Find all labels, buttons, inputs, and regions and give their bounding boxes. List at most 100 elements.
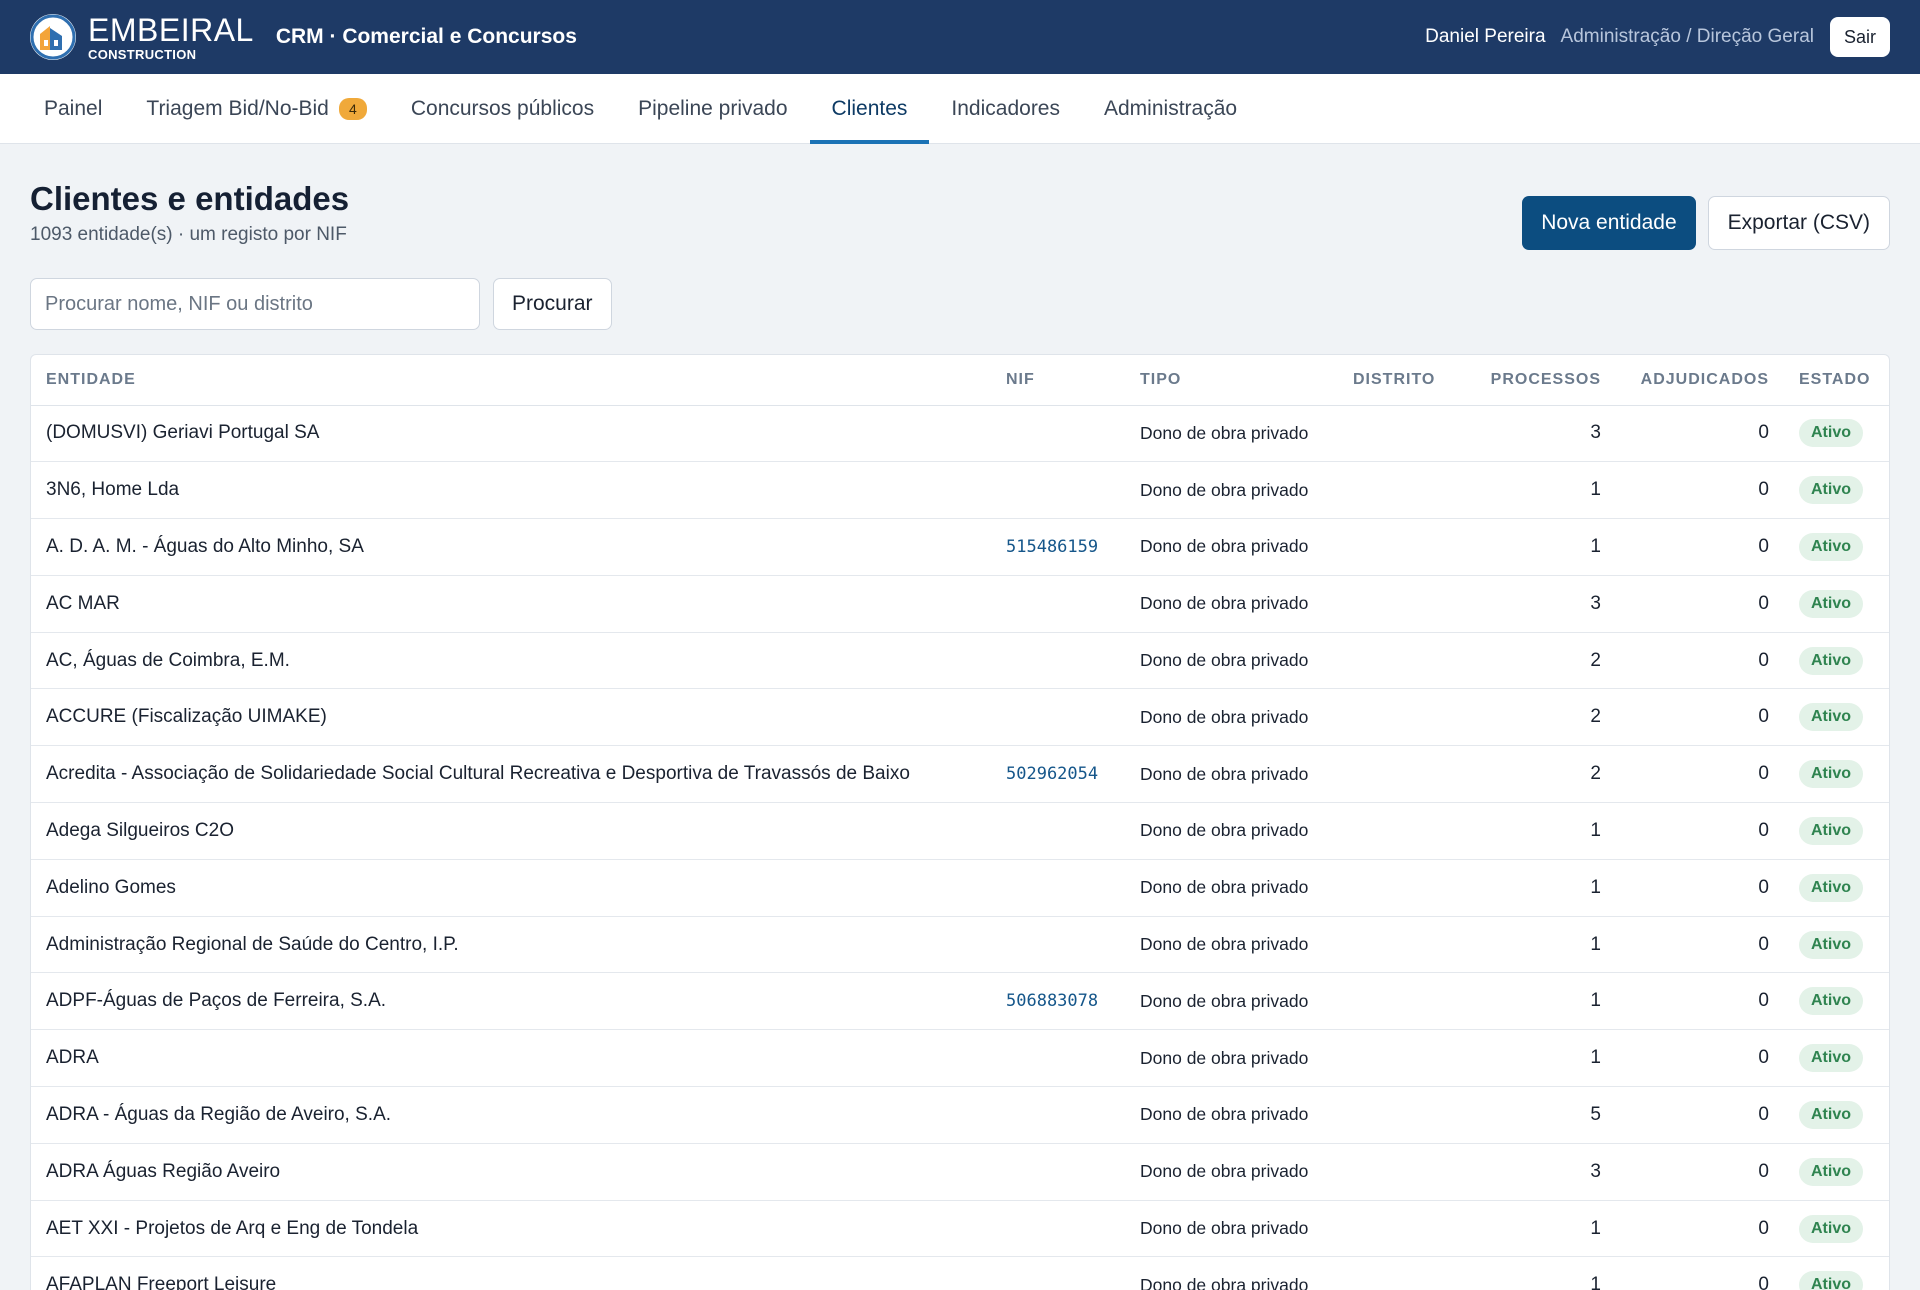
table-row[interactable]: ACCURE (Fiscalização UIMAKE) Dono de obra… [31, 688, 1889, 747]
cell-distrito [1338, 1086, 1466, 1144]
cell-entidade[interactable]: ADRA - Águas da Região de Aveiro, S.A. [31, 1086, 991, 1144]
table-row[interactable]: Adelino Gomes Dono de obra privado 1 0 Ativo [31, 859, 1889, 917]
cell-estado: Ativo [1784, 1086, 1889, 1144]
column-header-estado[interactable]: ESTADO [1784, 355, 1889, 406]
table-row[interactable]: AC MAR Dono de obra privado 3 0 Ativo [31, 575, 1889, 633]
cell-entidade[interactable]: 3N6, Home Lda [31, 461, 991, 520]
export-csv-button[interactable]: Exportar (CSV) [1707, 196, 1890, 250]
logout-button[interactable]: Sair [1829, 17, 1890, 57]
cell-entidade[interactable]: Adega Silgueiros C2O [31, 802, 991, 860]
table-row[interactable]: 3N6, Home Lda Dono de obra privado 1 0 Ativo [31, 461, 1889, 520]
status-badge: Ativo [1799, 930, 1863, 959]
table-row[interactable]: AFAPLAN Freeport Leisure Dono de obra pri… [31, 1256, 1889, 1290]
cell-entidade[interactable]: ACCURE (Fiscalização UIMAKE) [31, 688, 991, 747]
logo-wordmark: EMBEIRAL [88, 11, 254, 48]
cell-adjudicados: 0 [1616, 1086, 1784, 1144]
cell-nif [991, 916, 1125, 974]
search-button[interactable]: Procurar [493, 278, 612, 330]
cell-nif [991, 1086, 1125, 1144]
tab-label: Triagem Bid/No-Bid [146, 97, 329, 120]
cell-tipo: Dono de obra privado [1125, 461, 1338, 520]
status-badge: Ativo [1799, 532, 1863, 561]
table-row[interactable]: A. D. A. M. - Águas do Alto Minho, SA 515… [31, 518, 1889, 576]
tab-label: Concursos públicos [410, 97, 595, 120]
cell-processos: 2 [1466, 745, 1616, 804]
table-row[interactable]: Acredita - Associação de Solidariedade S… [31, 745, 1889, 804]
status-badge: Ativo [1799, 1157, 1863, 1186]
cell-entidade[interactable]: AC, Águas de Coimbra, E.M. [31, 632, 991, 690]
brand-logo[interactable]: EMBEIRAL CONSTRUCTION [30, 14, 254, 61]
cell-distrito [1338, 1029, 1466, 1088]
cell-entidade[interactable]: A. D. A. M. - Águas do Alto Minho, SA [31, 518, 991, 576]
cell-entidade[interactable]: ADRA Águas Região Aveiro [31, 1143, 991, 1201]
page-actions: Nova entidade Exportar (CSV) [1522, 196, 1890, 250]
cell-entidade[interactable]: ADRA [31, 1029, 991, 1088]
cell-nif: 515486159 [991, 518, 1125, 576]
table-row[interactable]: ADRA - Águas da Região de Aveiro, S.A. Do… [31, 1086, 1889, 1144]
tab-label: Indicadores [951, 97, 1060, 120]
column-header-entidade[interactable]: ENTIDADE [31, 355, 991, 406]
cell-processos: 1 [1466, 1256, 1616, 1290]
column-header-tipo[interactable]: TIPO [1125, 355, 1338, 406]
column-header-adjudicados[interactable]: ADJUDICADOS [1616, 355, 1784, 406]
cell-processos: 3 [1466, 575, 1616, 633]
cell-estado: Ativo [1784, 972, 1889, 1031]
table-row[interactable]: Administração Regional de Saúde do Centr… [31, 916, 1889, 974]
cell-entidade[interactable]: (DOMUSVI) Geriavi Portugal SA [31, 405, 991, 463]
status-badge: Ativo [1799, 1100, 1863, 1129]
status-badge: Ativo [1799, 703, 1863, 732]
triagem-count-badge: 4 [338, 98, 367, 120]
tab-indicadores[interactable]: Indicadores [929, 74, 1082, 144]
table-row[interactable]: Adega Silgueiros C2O Dono de obra privado… [31, 802, 1889, 860]
table-row[interactable]: ADRA Águas Região Aveiro Dono de obra pri… [31, 1143, 1889, 1201]
new-entity-button[interactable]: Nova entidade [1522, 196, 1696, 250]
cell-entidade[interactable]: Administração Regional de Saúde do Centr… [31, 916, 991, 974]
cell-nif: 506883078 [991, 972, 1125, 1031]
cell-adjudicados: 0 [1616, 461, 1784, 520]
search-input[interactable] [30, 278, 480, 330]
user-role: Administração / Direção Geral [1560, 26, 1814, 47]
cell-entidade[interactable]: ADPF-Águas de Paços de Ferreira, S.A. [31, 972, 991, 1031]
cell-distrito [1338, 518, 1466, 576]
cell-entidade[interactable]: AC MAR [31, 575, 991, 633]
cell-distrito [1338, 802, 1466, 860]
tab-clientes[interactable]: Clientes [809, 74, 930, 144]
cell-distrito [1338, 745, 1466, 804]
tab-triagem[interactable]: Triagem Bid/No-Bid 4 [124, 74, 388, 144]
cell-tipo: Dono de obra privado [1125, 859, 1338, 917]
cell-nif: 502962054 [991, 745, 1125, 804]
table-row[interactable]: AC, Águas de Coimbra, E.M. Dono de obra p… [31, 632, 1889, 690]
cell-adjudicados: 0 [1616, 1256, 1784, 1290]
cell-tipo: Dono de obra privado [1125, 405, 1338, 463]
cell-estado: Ativo [1784, 859, 1889, 917]
column-header-nif[interactable]: NIF [991, 355, 1125, 406]
table-row[interactable]: ADRA Dono de obra privado 1 0 Ativo [31, 1029, 1889, 1088]
cell-entidade[interactable]: Adelino Gomes [31, 859, 991, 917]
cell-adjudicados: 0 [1616, 1029, 1784, 1088]
main-nav: Painel Triagem Bid/No-Bid 4 Concursos púb… [0, 74, 1920, 144]
table-header-row: ENTIDADE NIF TIPO DISTRITO PROCESSOS ADJ… [31, 355, 1889, 406]
tab-pipeline-privado[interactable]: Pipeline privado [616, 74, 809, 144]
cell-tipo: Dono de obra privado [1125, 1256, 1338, 1290]
cell-processos: 1 [1466, 1200, 1616, 1258]
table-row[interactable]: ADPF-Águas de Paços de Ferreira, S.A. 506… [31, 972, 1889, 1031]
cell-distrito [1338, 632, 1466, 690]
cell-nif [991, 461, 1125, 520]
table-row[interactable]: (DOMUSVI) Geriavi Portugal SA Dono de obr… [31, 405, 1889, 463]
table-row[interactable]: AET XXI - Projetos de Arq e Eng de Tonde… [31, 1200, 1889, 1258]
tab-concursos-publicos[interactable]: Concursos públicos [389, 74, 616, 144]
tab-administracao[interactable]: Administração [1082, 74, 1259, 144]
tab-painel[interactable]: Painel [22, 74, 124, 144]
cell-tipo: Dono de obra privado [1125, 1029, 1338, 1088]
tab-label: Administração [1104, 97, 1238, 120]
cell-tipo: Dono de obra privado [1125, 1086, 1338, 1144]
cell-entidade[interactable]: Acredita - Associação de Solidariedade S… [31, 745, 991, 804]
cell-tipo: Dono de obra privado [1125, 745, 1338, 804]
column-header-processos[interactable]: PROCESSOS [1466, 355, 1616, 406]
cell-entidade[interactable]: AFAPLAN Freeport Leisure [31, 1256, 991, 1290]
cell-nif [991, 859, 1125, 917]
cell-entidade[interactable]: AET XXI - Projetos de Arq e Eng de Tonde… [31, 1200, 991, 1258]
cell-estado: Ativo [1784, 405, 1889, 463]
app-title: CRM · Comercial e Concursos [275, 25, 577, 48]
column-header-distrito[interactable]: DISTRITO [1338, 355, 1466, 406]
